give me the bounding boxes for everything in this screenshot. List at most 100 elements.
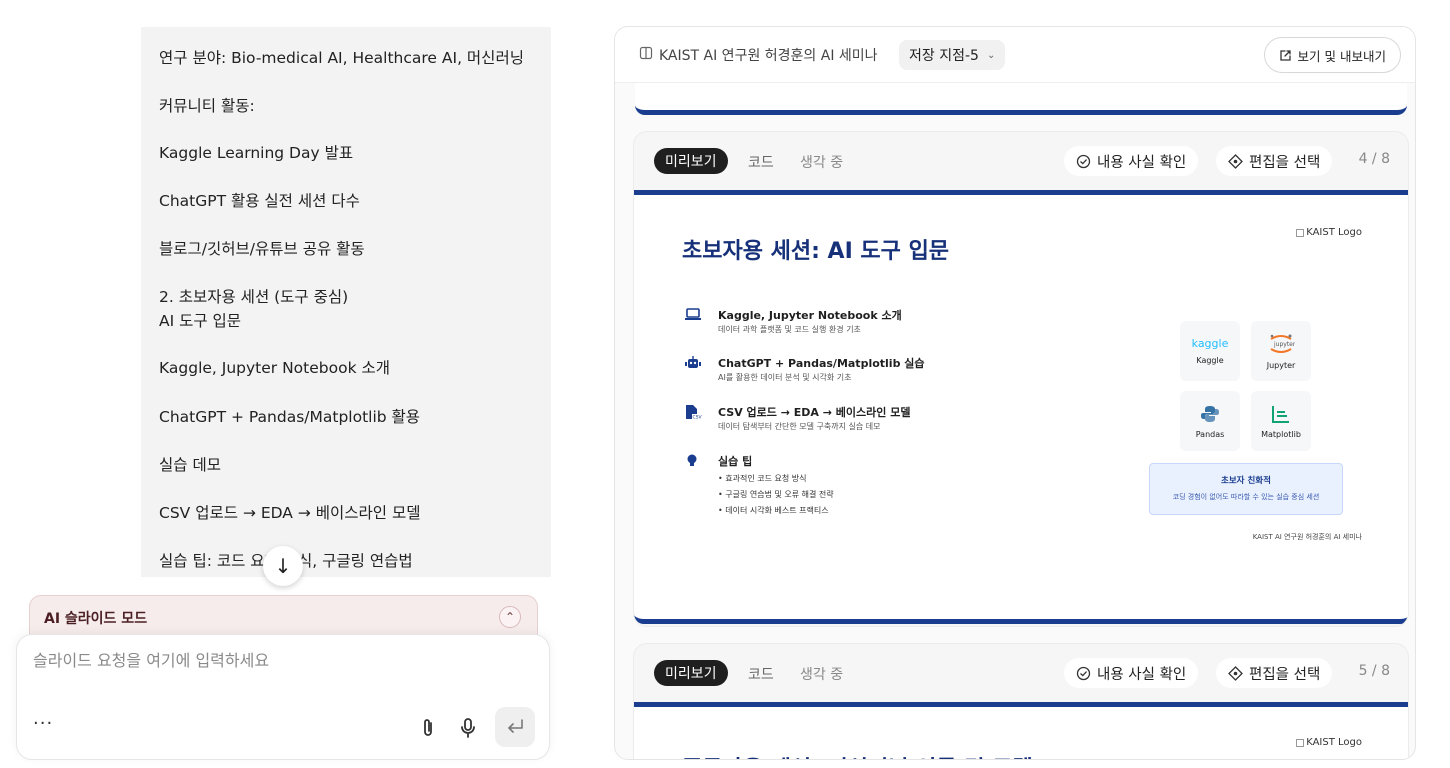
target-icon xyxy=(1228,665,1243,681)
tool-label: Matplotlib xyxy=(1261,429,1301,439)
slide-card-toolbar: 미리보기 코드 생각 중 내용 사실 확인 편집을 선택 5 / 8 xyxy=(634,644,1408,702)
fact-check-button[interactable]: 내용 사실 확인 xyxy=(1064,146,1199,176)
bullet-title: 실습 팁 xyxy=(718,455,753,468)
select-edit-label: 편집을 선택 xyxy=(1249,666,1321,683)
select-edit-button[interactable]: 편집을 선택 xyxy=(1216,146,1333,176)
tool-tile-pandas: Pandas xyxy=(1180,391,1240,451)
collapse-button[interactable]: ⌃ xyxy=(499,606,521,628)
chevron-up-icon: ⌃ xyxy=(504,610,516,624)
message-line: CSV 업로드 → EDA → 베이스라인 모델 xyxy=(159,504,421,522)
svg-text:CSV: CSV xyxy=(693,414,703,420)
paperclip-icon xyxy=(424,719,432,736)
friendly-desc: 코딩 경험이 없어도 따라할 수 있는 실습 중심 세션 xyxy=(1172,493,1320,501)
fact-check-button[interactable]: 내용 사실 확인 xyxy=(1064,658,1199,688)
slide-card: 미리보기 코드 생각 중 내용 사실 확인 편집을 선택 5 / 8 중급자용 … xyxy=(633,643,1409,759)
lightbulb-icon xyxy=(687,454,697,466)
export-label: 보기 및 내보내기 xyxy=(1297,48,1386,64)
slide-card-toolbar: 미리보기 코드 생각 중 내용 사실 확인 편집을 선택 4 / 8 xyxy=(634,132,1408,190)
broken-image-icon xyxy=(1296,228,1305,237)
tool-label: Jupyter xyxy=(1266,360,1296,370)
message-line: AI 도구 입문 xyxy=(159,312,242,330)
slide-preview: 중급자용 세션: 머신러닝 이론 및 모델 KAIST Logo xyxy=(634,702,1408,759)
message-line: 블로그/깃허브/유튜브 공유 활동 xyxy=(159,240,365,258)
slide-title: 초보자용 세션: AI 도구 입문 xyxy=(682,239,950,264)
scroll-to-bottom-button[interactable]: ↓ xyxy=(263,546,303,586)
message-line: ChatGPT 활용 실전 세션 다수 xyxy=(159,192,360,210)
microphone-button[interactable] xyxy=(457,715,479,741)
check-circle-icon xyxy=(1076,154,1091,168)
chevron-down-icon: ⌄ xyxy=(986,49,996,61)
tool-label: Kaggle xyxy=(1196,356,1224,365)
kaist-logo: KAIST Logo xyxy=(1296,227,1362,238)
tool-label: Pandas xyxy=(1195,429,1225,439)
tab-preview[interactable]: 미리보기 xyxy=(654,660,728,686)
external-link-icon xyxy=(1279,49,1291,61)
message-line: Kaggle Learning Day 발표 xyxy=(159,144,354,162)
version-select[interactable]: 저장 지점-5 ⌄ xyxy=(899,40,1006,70)
select-edit-button[interactable]: 편집을 선택 xyxy=(1216,658,1333,688)
tab-code[interactable]: 코드 xyxy=(748,152,774,172)
mode-title: AI 슬라이드 모드 xyxy=(44,611,148,627)
tab-code[interactable]: 코드 xyxy=(748,664,774,684)
csv-file-icon: CSV xyxy=(686,405,703,420)
logo-alt-text: KAIST Logo xyxy=(1306,737,1362,748)
book-icon xyxy=(639,46,653,60)
beginner-friendly-box: 초보자 친화적 코딩 경험이 없어도 따라할 수 있는 실습 중심 세션 xyxy=(1149,463,1343,515)
check-circle-icon xyxy=(1076,666,1091,680)
python-logo-icon xyxy=(1201,405,1219,422)
bullet-desc: 데이터 탐색부터 간단한 모델 구축까지 실습 데모 xyxy=(718,422,881,431)
target-icon xyxy=(1228,153,1243,169)
select-edit-label: 편집을 선택 xyxy=(1249,154,1321,171)
fact-check-label: 내용 사실 확인 xyxy=(1097,666,1187,683)
bar-chart-icon xyxy=(1272,405,1289,423)
page-counter: 5 / 8 xyxy=(1358,663,1390,679)
bullet-desc: AI를 활용한 데이터 분석 및 시각화 기초 xyxy=(718,373,852,382)
tool-tile-kaggle: kaggle Kaggle xyxy=(1180,321,1240,381)
artifact-header: KAIST AI 연구원 허경훈의 AI 세미나 저장 지점-5 ⌄ 보기 및 … xyxy=(615,27,1415,83)
robot-icon xyxy=(685,356,701,368)
page-counter: 4 / 8 xyxy=(1358,151,1390,167)
tips-list: • 효과적인 코드 요청 방식 • 구글링 연습법 및 오류 해결 전략 • 데… xyxy=(718,471,834,519)
version-label: 저장 지점-5 xyxy=(909,48,979,64)
tab-thinking[interactable]: 생각 중 xyxy=(800,152,843,172)
jupyter-logo-icon: jupyter xyxy=(1270,334,1295,353)
arrow-down-icon: ↓ xyxy=(274,554,292,578)
tool-tile-matplotlib: Matplotlib xyxy=(1251,391,1311,451)
view-export-button[interactable]: 보기 및 내보내기 xyxy=(1263,37,1401,73)
artifact-pane: KAIST AI 연구원 허경훈의 AI 세미나 저장 지점-5 ⌄ 보기 및 … xyxy=(614,26,1416,760)
prompt-input[interactable] xyxy=(33,651,533,670)
assistant-message: 연구 분야: Bio-medical AI, Healthcare AI, 머신… xyxy=(141,27,551,577)
message-line: 커뮤니티 활동: xyxy=(159,97,255,115)
logo-alt-text: KAIST Logo xyxy=(1306,227,1362,238)
message-line: 연구 분야: Bio-medical AI, Healthcare AI, 머신… xyxy=(159,49,524,67)
message-composer: ··· xyxy=(16,634,550,760)
bullet-title: Kaggle, Jupyter Notebook 소개 xyxy=(718,309,902,322)
tip-item: • 구글링 연습법 및 오류 해결 전략 xyxy=(718,490,834,499)
chat-pane: 연구 분야: Bio-medical AI, Healthcare AI, 머신… xyxy=(0,0,560,768)
broken-image-icon xyxy=(1296,738,1305,747)
send-button[interactable] xyxy=(495,707,535,747)
tab-thinking[interactable]: 생각 중 xyxy=(800,664,843,684)
enter-arrow-icon xyxy=(508,719,523,733)
bullet-title: CSV 업로드 → EDA → 베이스라인 모델 xyxy=(718,406,911,419)
tab-preview[interactable]: 미리보기 xyxy=(654,148,728,174)
message-line: 2. 초보자용 세션 (도구 중심) xyxy=(159,288,349,306)
attach-button[interactable] xyxy=(417,715,439,741)
slide-footer: KAIST AI 연구원 허경훈의 AI 세미나 xyxy=(1252,533,1362,541)
slide-card: 미리보기 코드 생각 중 내용 사실 확인 편집을 선택 4 / 8 초보자용 … xyxy=(633,131,1409,627)
tip-item: • 데이터 시각화 베스트 프랙티스 xyxy=(718,506,829,515)
friendly-title: 초보자 친화적 xyxy=(1221,476,1271,486)
laptop-icon xyxy=(685,308,701,320)
microphone-icon xyxy=(461,718,475,738)
slide-title: 중급자용 세션: 머신러닝 이론 및 모델 xyxy=(682,751,1033,759)
message-line: ChatGPT + Pandas/Matplotlib 활용 xyxy=(159,408,421,426)
previous-slide-edge xyxy=(635,83,1407,115)
more-options-button[interactable]: ··· xyxy=(33,713,53,734)
tool-tile-jupyter: jupyter Jupyter xyxy=(1251,321,1311,381)
artifact-title: KAIST AI 연구원 허경훈의 AI 세미나 xyxy=(659,48,878,64)
kaggle-logo: kaggle xyxy=(1191,337,1229,350)
slide-preview: 초보자용 세션: AI 도구 입문 KAIST Logo Kaggle, Jup… xyxy=(634,190,1408,624)
tip-item: • 효과적인 코드 요청 방식 xyxy=(718,474,807,483)
fact-check-label: 내용 사실 확인 xyxy=(1097,154,1187,171)
jupyter-logo-text: jupyter xyxy=(1273,341,1295,348)
